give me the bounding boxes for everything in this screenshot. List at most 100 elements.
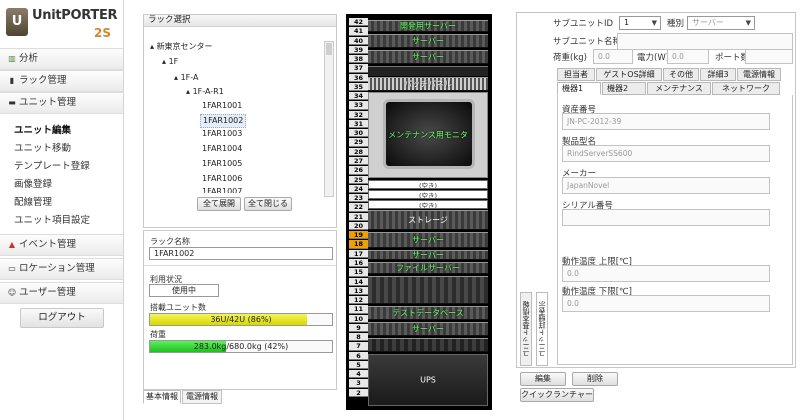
tree-rack-1001[interactable]: 1FAR1001 — [202, 101, 242, 110]
device-label: メンテナンス用モニタ — [388, 130, 468, 140]
rack-device-blank[interactable] — [368, 66, 488, 76]
rack-device-server-2[interactable]: サーバー — [368, 50, 488, 64]
nav-label: ユニット管理 — [19, 97, 77, 108]
rack-device-server-4[interactable]: サーバー — [368, 250, 488, 260]
collapse-all-button[interactable]: 全て閉じる — [244, 197, 292, 211]
tab-device1[interactable]: 機器1 — [557, 82, 601, 95]
rack-device-test-db[interactable]: テストデータベース — [368, 306, 488, 320]
tree-rack-1004[interactable]: 1FAR1004 — [202, 144, 242, 153]
type-label: 種別 — [667, 19, 685, 29]
tree-node-center[interactable]: ▴ 新東京センター — [150, 41, 213, 52]
rack-unit-number: 34 — [349, 92, 368, 101]
tree-node-1f[interactable]: ▴ 1F — [162, 57, 178, 66]
tree-label: 1F-A — [180, 73, 199, 82]
rack-device-file-server[interactable]: ファイルサーバー — [368, 262, 488, 274]
temp-low-field[interactable]: 0.0 — [562, 295, 770, 312]
unit-icon: ▬ — [8, 98, 16, 107]
rack-slot-empty-2[interactable]: (空き) — [368, 190, 488, 199]
tree-rack-1002[interactable]: 1FAR1002 — [200, 114, 247, 128]
tab-maintenance[interactable]: メンテナンス — [647, 82, 711, 95]
tree-node-1f-a[interactable]: ▴ 1F-A — [174, 73, 198, 82]
select-value: 1 — [624, 18, 630, 27]
asset-field[interactable]: JN-PC-2012-39 — [562, 113, 770, 130]
rack-slot-empty-3[interactable]: (空き) — [368, 200, 488, 209]
chevron-down-icon: ▼ — [745, 19, 751, 27]
tab-device2[interactable]: 機器2 — [602, 82, 646, 95]
sub-name-field[interactable] — [617, 33, 793, 50]
vtab-label: ユニット基本情報 — [522, 301, 530, 357]
nav-location-mgmt[interactable]: ▭ ロケーション管理 — [0, 258, 123, 280]
ports-field[interactable] — [745, 49, 793, 64]
tree-rack-1005[interactable]: 1FAR1005 — [202, 159, 242, 168]
rack-select-panel: ラック選択 ▴ 新東京センター ▴ 1F ▴ 1F-A ▴ 1F-A-R1 1F… — [143, 14, 337, 228]
temp-high-field[interactable]: 0.0 — [562, 265, 770, 282]
nav-unit-item-settings[interactable]: ユニット項目設定 — [14, 212, 90, 226]
rack-slot-empty-1[interactable]: (空き) — [368, 180, 488, 189]
nav-unit-mgmt[interactable]: ▬ ユニット管理 — [0, 92, 123, 114]
rack-device-patch-panel[interactable]: パッチパネル — [368, 77, 488, 91]
nav-template-register[interactable]: テンプレート登録 — [14, 158, 90, 172]
logout-button[interactable]: ログアウト — [20, 308, 104, 328]
device-label: サーバー — [412, 250, 444, 260]
serial-field[interactable] — [562, 209, 770, 226]
nav-wiring-mgmt[interactable]: 配線管理 — [14, 194, 52, 208]
nav-unit-edit[interactable]: ユニット編集 — [14, 122, 71, 136]
tab-detail3[interactable]: 詳細3 — [700, 68, 736, 81]
rack-device-server-1[interactable]: サーバー — [368, 34, 488, 48]
rack-device-server-3[interactable]: サーバー — [368, 232, 488, 248]
nav-label: ユーザー管理 — [19, 287, 76, 298]
rack-unit-number: 11 — [349, 305, 368, 314]
nav-image-register[interactable]: 画像登録 — [14, 176, 52, 190]
tree-rack-1003[interactable]: 1FAR1003 — [202, 129, 242, 138]
nav-unit-move[interactable]: ユニット移動 — [14, 140, 71, 154]
tab-guest-os[interactable]: ゲストOS詳細 — [596, 68, 662, 81]
nav-user-mgmt[interactable]: ☺ ユーザー管理 — [0, 282, 123, 304]
model-field[interactable]: RindServerSS600 — [562, 145, 770, 162]
nav-event-mgmt[interactable]: ▲ イベント管理 — [0, 234, 123, 256]
nav-rack-mgmt[interactable]: ▮ ラック管理 — [0, 70, 123, 92]
sub-id-select[interactable]: 1 ▼ — [619, 16, 661, 30]
vtab-unit-detail[interactable]: ユニット詳細表示 — [536, 292, 548, 366]
rack-device-ups[interactable]: UPS — [368, 354, 488, 406]
nav-label: 分析 — [19, 53, 39, 64]
load-progress-bar: 283.0kg/680.0kg (42%) — [149, 340, 333, 353]
tab-power-info[interactable]: 電源情報 — [182, 390, 222, 404]
rack-device-blade[interactable] — [368, 276, 488, 304]
rack-unit-number: 42 — [349, 18, 368, 27]
device-label: パッチパネル — [404, 79, 452, 89]
delete-button[interactable]: 削除 — [572, 372, 618, 386]
tree-rack-1006[interactable]: 1FAR1006 — [202, 174, 242, 183]
nav-analysis[interactable]: ▥ 分析 — [0, 48, 123, 70]
rack-name-field[interactable]: 1FAR1002 — [149, 247, 333, 260]
tab-basic-info[interactable]: 基本情報 — [143, 390, 181, 404]
tab-contact[interactable]: 担当者 — [557, 68, 595, 81]
tab-other[interactable]: その他 — [663, 68, 699, 81]
rack-unit-number: 8 — [349, 333, 368, 342]
tree-rack-1007[interactable]: 1FAR1007 — [202, 187, 242, 193]
quick-launcher-button[interactable]: クイックランチャー — [520, 388, 594, 402]
device-label: (空き) — [418, 191, 438, 199]
tab-network[interactable]: ネットワーク — [712, 82, 780, 95]
device-label: UPS — [420, 375, 436, 385]
rack-device-storage[interactable]: ストレージ — [368, 210, 488, 230]
rack-unit-number: 10 — [349, 314, 368, 323]
maker-field[interactable]: JapanNovel — [562, 177, 770, 194]
scroll-thumb[interactable] — [326, 43, 332, 55]
rack-unit-number: 13 — [349, 286, 368, 296]
weight-field[interactable]: 0.0 — [593, 49, 633, 64]
tree-node-1f-a-r1[interactable]: ▴ 1F-A-R1 — [186, 87, 224, 96]
rack-unit-number: 32 — [349, 110, 368, 119]
rack-device-server-6[interactable] — [368, 338, 488, 352]
rack-device-server-5[interactable]: サーバー — [368, 322, 488, 336]
tree-scrollbar[interactable] — [324, 41, 334, 197]
vtab-unit-basic-info[interactable]: ユニット基本情報 — [520, 292, 532, 366]
rack-unit-number: 16 — [349, 258, 368, 268]
rack-device-monitor[interactable]: メンテナンス用モニタ — [368, 92, 488, 178]
tab-power[interactable]: 電源情報 — [737, 68, 781, 81]
rack-device-dev-server[interactable]: 開発用サーバー — [368, 20, 488, 32]
expand-all-button[interactable]: 全て展開 — [197, 197, 241, 211]
edit-button[interactable]: 編集 — [520, 372, 566, 386]
type-select[interactable]: サーバー ▼ — [687, 16, 755, 30]
power-field[interactable]: 0.0 — [667, 49, 709, 64]
load-progress-text: 283.0kg/680.0kg (42%) — [193, 342, 289, 351]
